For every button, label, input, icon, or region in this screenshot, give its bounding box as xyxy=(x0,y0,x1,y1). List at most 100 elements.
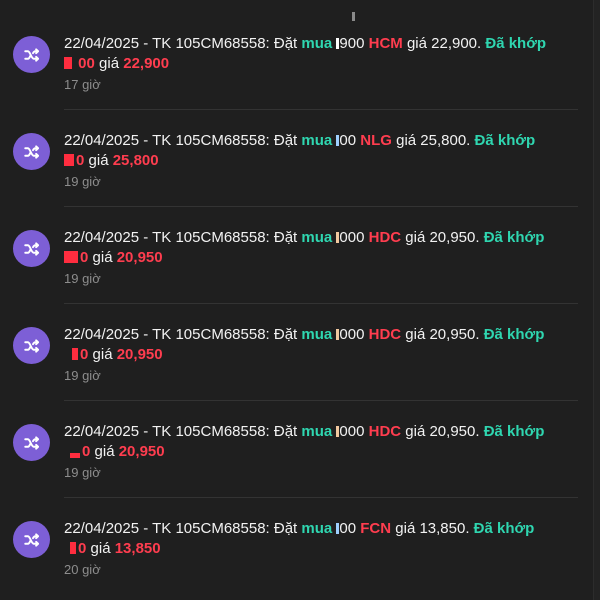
notification-content: 22/04/2025 - TK 105CM68558: Đặt mua 000 … xyxy=(64,422,582,481)
order-prefix: 22/04/2025 - TK 105CM68558: Đặt xyxy=(64,326,298,343)
order-prefix: 22/04/2025 - TK 105CM68558: Đặt xyxy=(64,229,298,246)
notification-message: 22/04/2025 - TK 105CM68558: Đặt mua 00 N… xyxy=(64,131,582,151)
avatar xyxy=(13,424,50,461)
scrollbar[interactable] xyxy=(593,0,600,600)
stock-symbol: HDC xyxy=(368,229,402,246)
shuffle-icon xyxy=(23,240,41,258)
notification-feed: 22/04/2025 - TK 105CM68558: Đặt mua 900 … xyxy=(0,13,592,595)
avatar xyxy=(13,36,50,73)
matched-detail: 00 giá 22,900 xyxy=(64,54,582,74)
notification-content: 22/04/2025 - TK 105CM68558: Đặt mua 900 … xyxy=(64,34,582,93)
matched-quantity: 00 xyxy=(78,55,95,72)
timestamp: 19 giờ xyxy=(64,271,101,286)
redaction-mark xyxy=(72,348,78,360)
avatar xyxy=(13,230,50,267)
matched-detail: 0 giá 13,850 xyxy=(64,539,582,559)
order-price: giá 22,900. xyxy=(406,35,482,52)
notification-message: 22/04/2025 - TK 105CM68558: Đặt mua 900 … xyxy=(64,34,582,54)
notification-message: 22/04/2025 - TK 105CM68558: Đặt mua 000 … xyxy=(64,422,582,442)
matched-detail: 0 giá 20,950 xyxy=(64,345,582,365)
matched-price: 13,850 xyxy=(114,540,161,557)
redaction-mark xyxy=(64,57,72,69)
notification-item[interactable]: 22/04/2025 - TK 105CM68558: Đặt mua 00 N… xyxy=(0,110,592,207)
stock-symbol: HCM xyxy=(368,35,403,52)
order-action: mua xyxy=(301,132,333,149)
order-prefix: 22/04/2025 - TK 105CM68558: Đặt xyxy=(64,423,298,440)
notification-content: 22/04/2025 - TK 105CM68558: Đặt mua 000 … xyxy=(64,228,582,287)
timestamp: 19 giờ xyxy=(64,465,101,480)
notification-content: 22/04/2025 - TK 105CM68558: Đặt mua 00 N… xyxy=(64,131,582,190)
redaction-mark xyxy=(70,453,80,458)
order-quantity: 000 xyxy=(336,229,364,246)
order-status: Đã khớp xyxy=(483,326,545,343)
order-price: giá 20,950. xyxy=(405,326,480,343)
notification-message: 22/04/2025 - TK 105CM68558: Đặt mua 000 … xyxy=(64,325,582,345)
matched-price-label: giá xyxy=(99,55,120,72)
notification-content: 22/04/2025 - TK 105CM68558: Đặt mua 00 F… xyxy=(64,519,582,578)
stock-symbol: NLG xyxy=(360,132,392,149)
order-price: giá 25,800. xyxy=(396,132,471,149)
shuffle-icon xyxy=(23,46,41,64)
order-prefix: 22/04/2025 - TK 105CM68558: Đặt xyxy=(64,35,298,52)
matched-price-label: giá xyxy=(92,346,113,363)
shuffle-icon xyxy=(23,337,41,355)
order-quantity: 00 xyxy=(336,520,356,537)
matched-detail: 0 giá 20,950 xyxy=(64,442,582,462)
matched-quantity: 0 xyxy=(82,443,91,460)
matched-quantity: 0 xyxy=(76,152,85,169)
matched-price-label: giá xyxy=(94,443,115,460)
matched-quantity: 0 xyxy=(80,249,89,266)
timestamp: 19 giờ xyxy=(64,174,101,189)
order-quantity: 900 xyxy=(336,35,364,52)
order-action: mua xyxy=(301,423,333,440)
notification-item[interactable]: 22/04/2025 - TK 105CM68558: Đặt mua 900 … xyxy=(0,13,592,110)
order-price: giá 20,950. xyxy=(405,423,480,440)
order-quantity: 000 xyxy=(336,423,364,440)
timestamp: 19 giờ xyxy=(64,368,101,383)
order-status: Đã khớp xyxy=(473,520,535,537)
order-status: Đã khớp xyxy=(483,423,545,440)
order-action: mua xyxy=(301,35,333,52)
notification-item[interactable]: 22/04/2025 - TK 105CM68558: Đặt mua 000 … xyxy=(0,304,592,401)
notification-item[interactable]: 22/04/2025 - TK 105CM68558: Đặt mua 000 … xyxy=(0,401,592,498)
redaction-mark xyxy=(64,251,78,263)
order-price: giá 20,950. xyxy=(405,229,480,246)
order-action: mua xyxy=(301,229,333,246)
matched-price-label: giá xyxy=(88,152,109,169)
matched-price-label: giá xyxy=(90,540,111,557)
matched-quantity: 0 xyxy=(78,540,87,557)
avatar xyxy=(13,133,50,170)
order-prefix: 22/04/2025 - TK 105CM68558: Đặt xyxy=(64,520,298,537)
matched-detail: 0 giá 25,800 xyxy=(64,151,582,171)
timestamp: 20 giờ xyxy=(64,562,101,577)
redaction-mark xyxy=(64,154,74,166)
order-prefix: 22/04/2025 - TK 105CM68558: Đặt xyxy=(64,132,298,149)
stock-symbol: FCN xyxy=(360,520,392,537)
shuffle-icon xyxy=(23,531,41,549)
matched-price: 20,950 xyxy=(116,249,163,266)
avatar xyxy=(13,327,50,364)
order-status: Đã khớp xyxy=(474,132,536,149)
notification-item[interactable]: 22/04/2025 - TK 105CM68558: Đặt mua 000 … xyxy=(0,207,592,304)
shuffle-icon xyxy=(23,143,41,161)
matched-price: 20,950 xyxy=(116,346,163,363)
matched-price: 25,800 xyxy=(112,152,159,169)
order-status: Đã khớp xyxy=(483,229,545,246)
order-status: Đã khớp xyxy=(485,35,547,52)
stock-symbol: HDC xyxy=(368,326,402,343)
stock-symbol: HDC xyxy=(368,423,402,440)
timestamp: 17 giờ xyxy=(64,77,101,92)
notification-content: 22/04/2025 - TK 105CM68558: Đặt mua 000 … xyxy=(64,325,582,384)
order-quantity: 000 xyxy=(336,326,364,343)
notification-item[interactable]: 22/04/2025 - TK 105CM68558: Đặt mua 00 F… xyxy=(0,498,592,595)
shuffle-icon xyxy=(23,434,41,452)
notification-message: 22/04/2025 - TK 105CM68558: Đặt mua 00 F… xyxy=(64,519,582,539)
matched-price-label: giá xyxy=(92,249,113,266)
matched-detail: 0 giá 20,950 xyxy=(64,248,582,268)
order-price: giá 13,850. xyxy=(395,520,470,537)
redaction-mark xyxy=(70,542,76,554)
order-action: mua xyxy=(301,326,333,343)
order-quantity: 00 xyxy=(336,132,356,149)
matched-quantity: 0 xyxy=(80,346,89,363)
matched-price: 22,900 xyxy=(123,55,170,72)
